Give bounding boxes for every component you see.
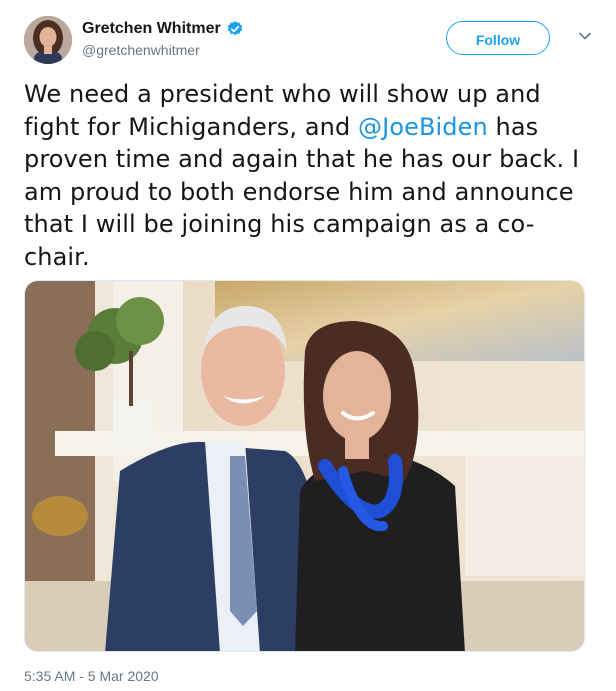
author-names: Gretchen Whitmer @gretchenwhitmer xyxy=(82,18,244,58)
tweet-card: Gretchen Whitmer @gretchenwhitmer Follow… xyxy=(0,0,616,691)
chevron-down-icon[interactable] xyxy=(578,29,592,43)
author-handle[interactable]: @gretchenwhitmer xyxy=(82,42,244,58)
tweet-header: Gretchen Whitmer @gretchenwhitmer Follow xyxy=(24,13,592,65)
follow-button[interactable]: Follow xyxy=(446,21,550,55)
tweet-timestamp[interactable]: 5:35 AM - 5 Mar 2020 xyxy=(24,668,159,684)
display-name-row: Gretchen Whitmer xyxy=(82,18,244,40)
avatar[interactable] xyxy=(24,16,72,64)
mention-link[interactable]: @JoeBiden xyxy=(358,113,488,141)
verified-badge-icon xyxy=(226,20,244,38)
display-name[interactable]: Gretchen Whitmer xyxy=(82,20,221,38)
tweet-text: We need a president who will show up and… xyxy=(24,78,590,273)
tweet-photo[interactable] xyxy=(24,280,585,652)
